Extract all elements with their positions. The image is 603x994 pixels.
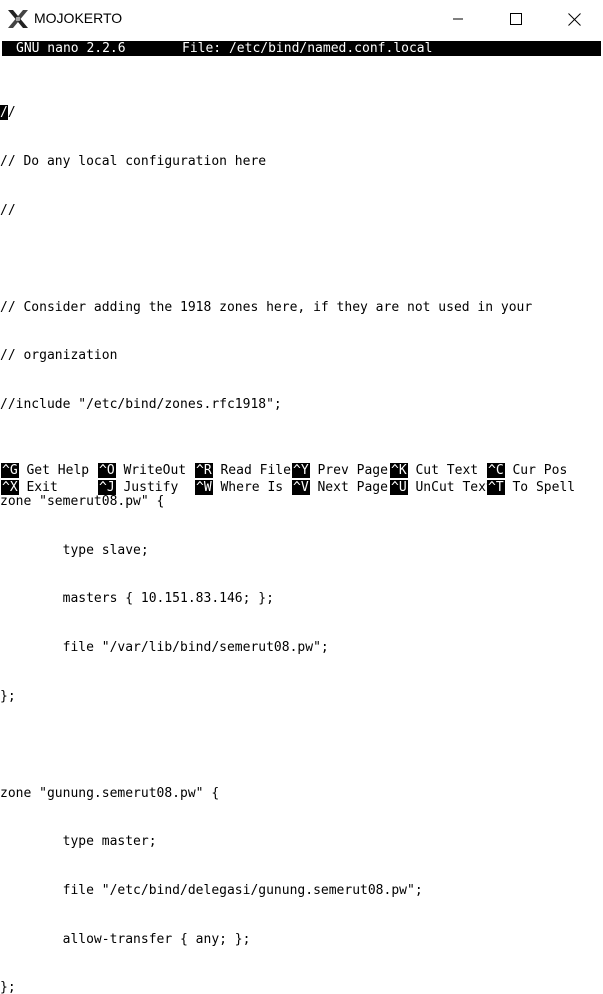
editor-line: // Consider adding the 1918 zones here, …	[0, 299, 533, 315]
shortcut-label: Cut Text	[415, 463, 479, 478]
shortcut-key: ^W	[195, 480, 213, 495]
shortcut-label: Justify	[123, 480, 179, 495]
minimize-icon	[452, 13, 464, 25]
editor-line: // Do any local configuration here	[0, 154, 267, 169]
close-button[interactable]	[545, 0, 603, 38]
shortcut-label: UnCut Text	[415, 480, 494, 495]
shortcut-cur-pos[interactable]: ^C Cur Pos	[487, 463, 567, 480]
editor-line: allow-transfer { any; };	[0, 931, 251, 947]
shortcut-key: ^K	[390, 463, 408, 478]
editor-line: file "/var/lib/bind/semerut08.pw";	[0, 639, 329, 655]
shortcut-key: ^G	[1, 463, 19, 478]
editor-line: //	[0, 202, 16, 218]
shortcut-label: Prev Page	[317, 463, 388, 478]
shortcut-exit[interactable]: ^X Exit	[1, 480, 58, 497]
shortcut-label: Exit	[26, 480, 58, 495]
shortcut-to-spell[interactable]: ^T To Spell	[487, 480, 575, 497]
nano-version: GNU nano 2.2.6	[16, 41, 126, 56]
editor-text-area[interactable]: // // Do any local configuration here //…	[0, 73, 600, 994]
editor-line: //	[0, 105, 600, 121]
shortcut-justify[interactable]: ^J Justify	[98, 480, 178, 497]
shortcut-label: Get Help	[26, 463, 90, 478]
editor-line: // organization	[0, 348, 118, 364]
text-cursor: /	[0, 105, 8, 121]
shortcut-get-help[interactable]: ^G Get Help	[1, 463, 89, 480]
shortcut-label: WriteOut	[123, 463, 187, 478]
shortcut-key: ^T	[487, 480, 505, 495]
shortcut-key: ^U	[390, 480, 408, 495]
editor-line: };	[0, 980, 16, 994]
shortcut-key: ^O	[98, 463, 116, 478]
maximize-icon	[510, 13, 522, 25]
shortcut-key: ^Y	[292, 463, 310, 478]
editor-line-text: /	[7, 105, 16, 121]
editor-line: //include "/etc/bind/zones.rfc1918";	[0, 396, 282, 412]
shortcut-bar: ^G Get Help ^O WriteOut ^R Read File ^Y …	[0, 463, 603, 497]
editor-line: type master;	[0, 834, 157, 850]
shortcut-key: ^X	[1, 480, 19, 495]
shortcut-label: Cur Pos	[512, 463, 568, 478]
shortcut-read-file[interactable]: ^R Read File	[195, 463, 291, 480]
window-titlebar: MOJOKERTO	[0, 0, 603, 38]
maximize-button[interactable]	[487, 0, 545, 38]
shortcut-key: ^J	[98, 480, 116, 495]
shortcut-label: Read File	[220, 463, 291, 478]
editor-line: zone "gunung.semerut08.pw" {	[0, 785, 220, 801]
shortcut-label: To Spell	[512, 480, 576, 495]
shortcut-cut-text[interactable]: ^K Cut Text	[390, 463, 478, 480]
shortcut-where-is[interactable]: ^W Where Is	[195, 480, 283, 497]
editor-line: masters { 10.151.83.146; };	[0, 591, 274, 607]
nano-file-label: File: /etc/bind/named.conf.local	[182, 41, 433, 56]
shortcut-key: ^C	[487, 463, 505, 478]
close-icon	[567, 12, 581, 26]
shortcut-next-page[interactable]: ^V Next Page	[292, 480, 388, 497]
shortcut-key: ^V	[292, 480, 310, 495]
x-logo-icon	[7, 9, 29, 29]
minimize-button[interactable]	[429, 0, 487, 38]
editor-line: };	[0, 688, 16, 704]
shortcut-row: ^X Exit ^J Justify ^W Where Is ^V Next P…	[0, 480, 603, 497]
shortcut-uncut-text[interactable]: ^U UnCut Text	[390, 480, 494, 497]
editor-line: file "/etc/bind/delegasi/gunung.semerut0…	[0, 882, 423, 898]
shortcut-prev-page[interactable]: ^Y Prev Page	[292, 463, 388, 480]
window-title: MOJOKERTO	[34, 10, 123, 26]
shortcut-writeout[interactable]: ^O WriteOut	[98, 463, 186, 480]
shortcut-label: Next Page	[317, 480, 388, 495]
shortcut-label: Where Is	[220, 480, 284, 495]
editor-line: type slave;	[0, 542, 149, 558]
shortcut-key: ^R	[195, 463, 213, 478]
nano-header-bar: GNU nano 2.2.6 File: /etc/bind/named.con…	[2, 41, 601, 56]
shortcut-row: ^G Get Help ^O WriteOut ^R Read File ^Y …	[0, 463, 603, 480]
